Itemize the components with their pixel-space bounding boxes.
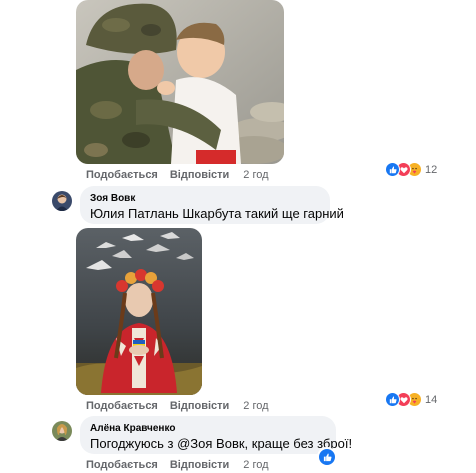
soldier-with-child-photo[interactable] (76, 0, 284, 164)
reactions-count: 14 (425, 393, 438, 406)
reactions-summary[interactable]: 12 (385, 162, 437, 177)
like-link[interactable]: Подобається (86, 400, 158, 412)
comments-thread: Подобається Відповісти 2 год 12 Зоя Вовк… (0, 0, 476, 473)
like-link[interactable]: Подобається (86, 459, 158, 471)
comment-actions: Подобається Відповісти 2 год (86, 169, 269, 181)
comment-bubble: Зоя Вовк Юлия Патлань Шкарбута такий ще … (80, 186, 344, 224)
reactions-summary[interactable]: 14 (385, 392, 437, 407)
timestamp[interactable]: 2 год (243, 459, 268, 471)
like-icon (385, 162, 400, 177)
woman-in-wreath-with-cranes-art[interactable] (76, 228, 202, 395)
reactions-count: 12 (425, 163, 438, 176)
reply-link[interactable]: Відповісти (170, 459, 229, 471)
timestamp[interactable]: 2 год (243, 169, 268, 181)
comment-actions: Подобається Відповісти 2 год (86, 459, 269, 471)
avatar-image (52, 191, 72, 211)
comment-bubble: Алёна Кравченко Погоджуюсь з @Зоя Вовк, … (80, 416, 353, 454)
like-link[interactable]: Подобається (86, 169, 158, 181)
photo-2-drawing (76, 228, 202, 395)
avatar[interactable] (52, 191, 72, 211)
comment-actions: Подобається Відповісти 2 год (86, 400, 269, 412)
like-glyph (323, 452, 332, 461)
reply-link[interactable]: Відповісти (170, 169, 229, 181)
reply-link[interactable]: Відповісти (170, 400, 229, 412)
avatar-image (52, 421, 72, 441)
photo-1-drawing (76, 0, 284, 164)
comment-author[interactable]: Зоя Вовк (90, 192, 320, 205)
comment-text: Юлия Патлань Шкарбута такий ще гарний (90, 206, 344, 221)
comment-author[interactable]: Алёна Кравченко (90, 422, 326, 435)
comment-text: Погоджуюсь з @Зоя Вовк, краще без зброї! (90, 436, 353, 451)
like-icon (385, 392, 400, 407)
like-icon[interactable] (317, 447, 337, 467)
timestamp[interactable]: 2 год (243, 400, 268, 412)
avatar[interactable] (52, 421, 72, 441)
